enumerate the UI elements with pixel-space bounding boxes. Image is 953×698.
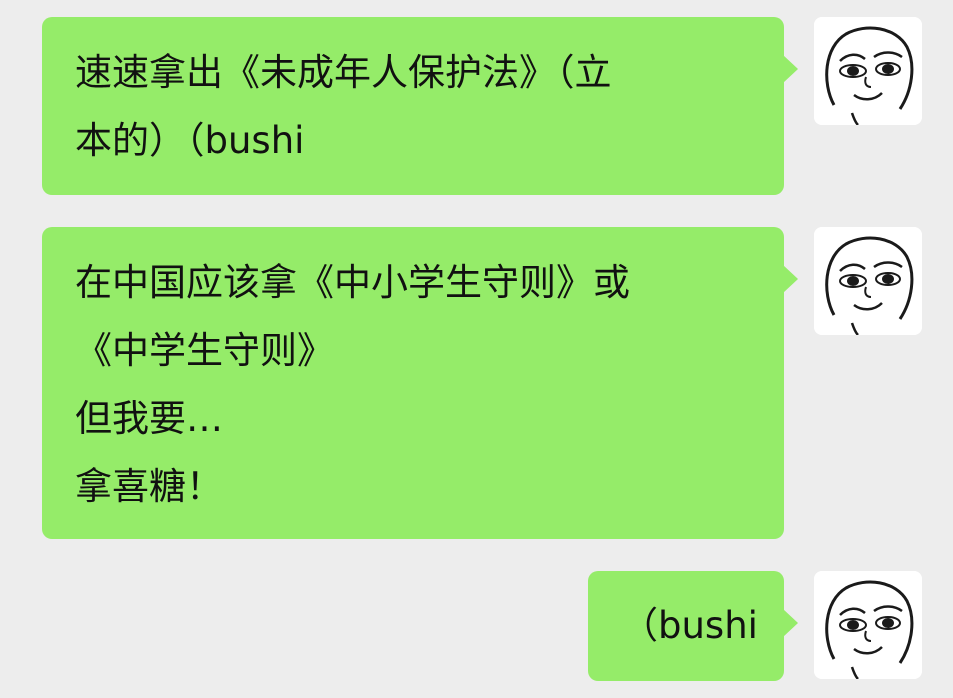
message-row: 在中国应该拿《中小学生守则》或 《中学生守则》 但我要… 拿喜糖！: [42, 227, 922, 539]
message-text-line: 《中学生守则》: [75, 329, 334, 372]
message-bubble[interactable]: （bushi: [588, 571, 798, 681]
message-row: 速速拿出《未成年人保护法》（立 本的）（bushi: [42, 17, 922, 195]
meme-face-avatar-icon: [814, 17, 922, 125]
message-text-line: 在中国应该拿《中小学生守则》或: [75, 261, 630, 304]
message-bubble[interactable]: 在中国应该拿《中小学生守则》或 《中学生守则》 但我要… 拿喜糖！: [42, 227, 798, 539]
message-text-line: （bushi: [621, 604, 758, 647]
meme-face-avatar-icon: [814, 571, 922, 679]
message-bubble[interactable]: 速速拿出《未成年人保护法》（立 本的）（bushi: [42, 17, 798, 195]
message-text-line: 但我要…: [75, 397, 223, 440]
meme-face-avatar-icon: [814, 227, 922, 335]
message-text-line: 拿喜糖！: [75, 465, 223, 508]
user-avatar[interactable]: [814, 17, 922, 125]
message-text-line: 速速拿出《未成年人保护法》（立: [75, 51, 612, 94]
message-text-line: 本的）（bushi: [75, 119, 305, 162]
user-avatar[interactable]: [814, 571, 922, 679]
message-row: （bushi: [588, 571, 922, 681]
user-avatar[interactable]: [814, 227, 922, 335]
